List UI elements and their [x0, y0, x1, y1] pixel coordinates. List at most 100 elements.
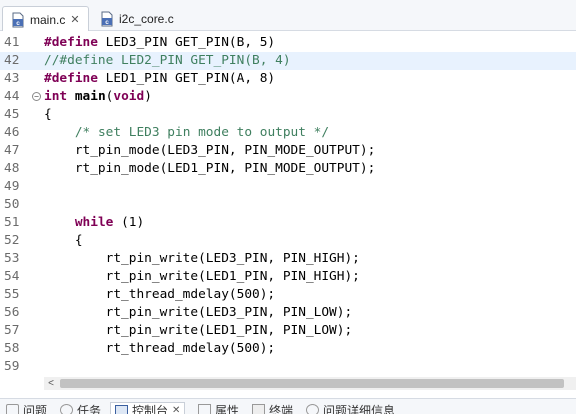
code-line[interactable]: 47 rt_pin_mode(LED3_PIN, PIN_MODE_OUTPUT… — [0, 142, 576, 160]
tasks-icon — [60, 404, 73, 414]
fold-toggle-icon[interactable]: − — [32, 92, 41, 101]
code-token: /* set LED3 pin mode to output */ — [74, 125, 330, 140]
code-token: while — [74, 215, 114, 230]
code-token: LED3_PIN GET_PIN(B, 5) — [97, 35, 276, 50]
code-token: rt_pin_write(LED3_PIN, PIN_HIGH); — [44, 251, 360, 266]
tab-label: 控制台 — [132, 404, 169, 414]
code-text: //#define LED2_PIN GET_PIN(B, 4) — [44, 52, 291, 70]
gutter-spacer — [0, 377, 44, 390]
problem-details-icon — [306, 404, 319, 414]
code-line[interactable]: 42 //#define LED2_PIN GET_PIN(B, 4) — [0, 52, 576, 70]
code-text: { — [44, 106, 52, 124]
console-icon — [115, 404, 128, 414]
line-number: 58 — [4, 341, 20, 356]
code-text: rt_pin_mode(LED3_PIN, PIN_MODE_OUTPUT); — [44, 142, 375, 160]
line-number: 43 — [4, 71, 20, 86]
line-number: 45 — [4, 107, 20, 122]
code-text: #define LED3_PIN GET_PIN(B, 5) — [44, 34, 275, 52]
code-text: #define LED1_PIN GET_PIN(A, 8) — [44, 70, 275, 88]
c-file-icon: c — [101, 11, 113, 26]
tab-properties[interactable]: 属性 — [198, 402, 239, 414]
line-number: 41 — [4, 35, 20, 50]
line-number: 52 — [4, 233, 20, 248]
problems-icon — [6, 404, 19, 414]
code-token: { — [44, 233, 83, 248]
code-text: rt_pin_write(LED1_PIN, PIN_LOW); — [44, 322, 353, 340]
code-line[interactable]: 49 — [0, 178, 576, 196]
code-token: rt_thread_mdelay(500); — [44, 287, 276, 302]
code-text: rt_pin_mode(LED1_PIN, PIN_MODE_OUTPUT); — [44, 160, 375, 178]
code-token: rt_pin_mode(LED1_PIN, PIN_MODE_OUTPUT); — [44, 161, 376, 176]
code-token: //#define LED2_PIN GET_PIN(B, 4) — [44, 53, 291, 68]
tab-problems[interactable]: 问题 — [6, 402, 47, 414]
code-line[interactable]: 48 rt_pin_mode(LED1_PIN, PIN_MODE_OUTPUT… — [0, 160, 576, 178]
code-text: rt_thread_mdelay(500); — [44, 340, 276, 358]
code-text: /* set LED3 pin mode to output */ — [44, 124, 329, 142]
tab-label: 属性 — [215, 403, 240, 414]
code-text: rt_thread_mdelay(500); — [44, 286, 276, 304]
code-line[interactable]: 46 /* set LED3 pin mode to output */ — [0, 124, 576, 142]
editor-tab-bar: c main.c ✕ c i2c_core.c — [0, 0, 576, 32]
tab-terminal[interactable]: 终端 — [252, 402, 293, 414]
tab-label: 问题详细信息 — [323, 403, 396, 414]
bottom-panel-tabs: 问题 任务 控制台 ✕ 属性 终端 问题详细信息 — [0, 398, 576, 414]
code-token: #define — [44, 35, 98, 50]
tab-tasks[interactable]: 任务 — [60, 402, 101, 414]
svg-text:c: c — [16, 20, 20, 27]
code-line[interactable]: 51 while (1) — [0, 214, 576, 232]
code-line[interactable]: 57 rt_pin_write(LED1_PIN, PIN_LOW); — [0, 322, 576, 340]
code-token: (1) — [113, 215, 145, 230]
code-text: rt_pin_write(LED3_PIN, PIN_HIGH); — [44, 250, 360, 268]
line-number: 46 — [4, 125, 20, 140]
tab-label: 问题 — [23, 403, 48, 414]
code-token: rt_pin_write(LED3_PIN, PIN_LOW); — [44, 305, 353, 320]
tab-problem-details[interactable]: 问题详细信息 — [306, 402, 395, 414]
line-number: 48 — [4, 161, 20, 176]
code-line[interactable]: 43 #define LED1_PIN GET_PIN(A, 8) — [0, 70, 576, 88]
code-line[interactable]: 44− int main(void) — [0, 88, 576, 106]
code-editor[interactable]: 41 #define LED3_PIN GET_PIN(B, 5) 42 //#def… — [0, 31, 576, 377]
code-line[interactable]: 56 rt_pin_write(LED3_PIN, PIN_LOW); — [0, 304, 576, 322]
scrollbar-thumb[interactable] — [60, 379, 564, 388]
properties-icon — [198, 404, 211, 414]
scroll-left-icon[interactable]: < — [44, 377, 58, 390]
code-line[interactable]: 52 { — [0, 232, 576, 250]
code-line[interactable]: 55 rt_thread_mdelay(500); — [0, 286, 576, 304]
code-line[interactable]: 45 { — [0, 106, 576, 124]
code-line[interactable]: 54 rt_pin_write(LED1_PIN, PIN_HIGH); — [0, 268, 576, 286]
tab-i2c-core-c[interactable]: c i2c_core.c — [92, 6, 180, 31]
tab-console[interactable]: 控制台 ✕ — [110, 402, 186, 414]
code-line[interactable]: 58 rt_thread_mdelay(500); — [0, 340, 576, 358]
code-token: void — [113, 89, 145, 104]
svg-text:c: c — [105, 19, 109, 26]
code-text: { — [44, 232, 83, 250]
line-number: 59 — [4, 359, 20, 374]
line-number: 54 — [4, 269, 20, 284]
code-token: rt_thread_mdelay(500); — [44, 341, 276, 356]
close-icon[interactable]: ✕ — [70, 13, 79, 26]
code-line[interactable]: 50 — [0, 196, 576, 214]
line-number: 49 — [4, 179, 20, 194]
tab-label: 终端 — [269, 403, 294, 414]
code-token: int — [44, 89, 68, 104]
tab-label: i2c_core.c — [119, 11, 174, 26]
close-icon[interactable]: ✕ — [172, 405, 180, 414]
code-token: { — [44, 107, 52, 122]
code-token: rt_pin_write(LED1_PIN, PIN_LOW); — [44, 323, 353, 338]
code-text: int main(void) — [44, 88, 152, 106]
code-text: rt_pin_write(LED3_PIN, PIN_LOW); — [44, 304, 353, 322]
code-token: rt_pin_write(LED1_PIN, PIN_HIGH); — [44, 269, 360, 284]
code-line[interactable]: 59 — [0, 358, 576, 376]
line-number: 42 — [4, 53, 20, 68]
c-file-icon: c — [12, 12, 24, 27]
code-line[interactable]: 53 rt_pin_write(LED3_PIN, PIN_HIGH); — [0, 250, 576, 268]
tab-label: main.c — [30, 12, 66, 27]
code-line[interactable]: 41 #define LED3_PIN GET_PIN(B, 5) — [0, 34, 576, 52]
line-number: 55 — [4, 287, 20, 302]
tab-main-c[interactable]: c main.c ✕ — [2, 6, 89, 32]
horizontal-scrollbar[interactable]: < — [44, 377, 576, 390]
line-number: 56 — [4, 305, 20, 320]
code-text: rt_pin_write(LED1_PIN, PIN_HIGH); — [44, 268, 360, 286]
